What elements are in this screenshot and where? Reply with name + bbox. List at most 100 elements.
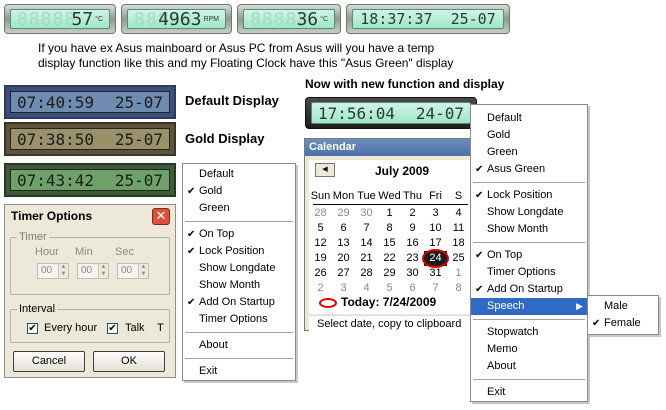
fan-rpm-value: 4963: [158, 8, 202, 30]
menu-item-label: Add On Startup: [199, 296, 275, 308]
left-menu-item-show-longdate[interactable]: Show Longdate: [183, 260, 295, 277]
right-menu-item-exit[interactable]: Exit: [471, 384, 587, 401]
calendar-day[interactable]: 8: [378, 221, 401, 236]
right-menu-item-gold[interactable]: Gold: [471, 127, 587, 144]
right-menu-item-asus-green[interactable]: ✔ Asus Green: [471, 161, 587, 178]
cancel-button[interactable]: Cancel: [13, 351, 85, 372]
calendar-day[interactable]: 3: [332, 281, 355, 296]
calendar-day[interactable]: 7: [424, 281, 447, 296]
menu-item-label: Default: [487, 112, 522, 124]
clock-time: 07:40:59: [17, 92, 95, 112]
calendar-day[interactable]: 13: [332, 236, 355, 251]
sec-stepper[interactable]: 00 ▲ ▼: [117, 263, 149, 279]
menu-item-label: Lock Position: [487, 189, 553, 201]
calendar-day[interactable]: 4: [355, 281, 378, 296]
menu-item-label: Green: [199, 202, 230, 214]
calendar-day[interactable]: 5: [378, 281, 401, 296]
left-menu-item-on-top[interactable]: ✔ On Top: [183, 226, 295, 243]
calendar-day[interactable]: 23: [401, 251, 424, 266]
calendar-day[interactable]: 4: [447, 206, 470, 221]
left-menu-item-about[interactable]: About: [183, 337, 295, 354]
left-menu-item-timer-options[interactable]: Timer Options: [183, 311, 295, 328]
calendar-day[interactable]: 19: [309, 251, 332, 266]
hour-stepper[interactable]: 00 ▲ ▼: [37, 263, 69, 279]
right-menu-item-lock-position[interactable]: ✔ Lock Position: [471, 187, 587, 204]
left-menu-item-gold[interactable]: ✔ Gold: [183, 183, 295, 200]
every-hour-checkbox[interactable]: ✔: [27, 323, 38, 334]
right-menu-item-speech[interactable]: Speech ▶: [471, 298, 587, 315]
calendar-day[interactable]: 6: [401, 281, 424, 296]
right-menu-item-stopwatch[interactable]: Stopwatch: [471, 324, 587, 341]
green-display-screen: 07:43:42 25-07: [10, 169, 170, 191]
right-menu-item-add-on-startup[interactable]: ✔ Add On Startup: [471, 281, 587, 298]
right-menu-item-about[interactable]: About: [471, 358, 587, 375]
calendar-day[interactable]: 2: [309, 281, 332, 296]
close-icon[interactable]: ✕: [152, 208, 170, 225]
speech-menu-item-male[interactable]: Male: [588, 298, 658, 315]
calendar-day[interactable]: 8: [447, 281, 470, 296]
spin-arrows-icon[interactable]: ▲ ▼: [58, 264, 68, 278]
calendar-day[interactable]: 2: [401, 206, 424, 221]
prev-month-icon[interactable]: ◀: [315, 163, 335, 177]
left-menu-item-lock-position[interactable]: ✔ Lock Position: [183, 243, 295, 260]
talk-label: Talk: [125, 322, 145, 334]
left-menu-item-green[interactable]: Green: [183, 200, 295, 217]
calendar-day[interactable]: 25: [447, 251, 470, 266]
calendar-day[interactable]: 18: [447, 236, 470, 251]
calendar-day[interactable]: 7: [355, 221, 378, 236]
calendar-day[interactable]: 26: [309, 266, 332, 281]
default-display-clock[interactable]: 07:40:59 25-07: [4, 85, 176, 119]
asus-green-clock[interactable]: 17:56:04 24-07: [305, 97, 477, 129]
calendar-day[interactable]: 10: [424, 221, 447, 236]
menu-item-label: Timer Options: [199, 313, 268, 325]
calendar-day[interactable]: 12: [309, 236, 332, 251]
calendar-day[interactable]: 3: [424, 206, 447, 221]
calendar-day[interactable]: 1: [378, 206, 401, 221]
left-menu-item-default[interactable]: Default: [183, 166, 295, 183]
clock-time: 07:43:42: [17, 170, 95, 190]
cpu-temp-unit: °C: [95, 15, 103, 23]
right-menu-item-green[interactable]: Green: [471, 144, 587, 161]
calendar-day[interactable]: 6: [332, 221, 355, 236]
right-menu-item-default[interactable]: Default: [471, 110, 587, 127]
clock-gauge-value: 18:37:37 25-07: [360, 10, 496, 28]
right-menu-item-show-month[interactable]: Show Month: [471, 221, 587, 238]
ok-button[interactable]: OK: [93, 351, 165, 372]
calendar-day[interactable]: 29: [378, 266, 401, 281]
calendar-day[interactable]: 27: [332, 266, 355, 281]
calendar-day[interactable]: 28: [355, 266, 378, 281]
calendar-day[interactable]: 20: [332, 251, 355, 266]
gold-display-clock[interactable]: 07:38:50 25-07: [4, 122, 176, 156]
right-menu-item-timer-options[interactable]: Timer Options: [471, 264, 587, 281]
calendar-day[interactable]: 30: [355, 206, 378, 221]
calendar-day[interactable]: 1: [447, 266, 470, 281]
clock-gauge: 18:37:37 25-07: [346, 4, 510, 34]
min-stepper[interactable]: 00 ▲ ▼: [77, 263, 109, 279]
calendar-day[interactable]: 31: [424, 266, 447, 281]
left-menu-item-add-on-startup[interactable]: ✔ Add On Startup: [183, 294, 295, 311]
interval-group: Interval ✔ Every hour ✔ Talk T: [10, 303, 170, 343]
speech-menu-item-female[interactable]: ✔ Female: [588, 315, 658, 332]
calendar-day[interactable]: 22: [378, 251, 401, 266]
calendar-day[interactable]: 29: [332, 206, 355, 221]
calendar-day[interactable]: 11: [447, 221, 470, 236]
left-menu-item-exit[interactable]: Exit: [183, 363, 295, 380]
right-menu-item-on-top[interactable]: ✔ On Top: [471, 247, 587, 264]
calendar-day[interactable]: 15: [378, 236, 401, 251]
spin-arrows-icon[interactable]: ▲ ▼: [138, 264, 148, 278]
green-display-clock[interactable]: 07:43:42 25-07: [4, 163, 176, 197]
calendar-day[interactable]: 9: [401, 221, 424, 236]
calendar-day[interactable]: 16: [401, 236, 424, 251]
calendar-day[interactable]: 5: [309, 221, 332, 236]
today-label[interactable]: Today: 7/24/2009: [341, 295, 436, 309]
left-menu-item-show-month[interactable]: Show Month: [183, 277, 295, 294]
weekday-divider: [313, 204, 468, 205]
talk-checkbox[interactable]: ✔: [107, 323, 118, 334]
calendar-day[interactable]: 21: [355, 251, 378, 266]
spin-arrows-icon[interactable]: ▲ ▼: [98, 264, 108, 278]
calendar-day[interactable]: 28: [309, 206, 332, 221]
calendar-day[interactable]: 14: [355, 236, 378, 251]
right-menu-item-memo[interactable]: Memo: [471, 341, 587, 358]
calendar-day[interactable]: 30: [401, 266, 424, 281]
right-menu-item-show-longdate[interactable]: Show Longdate: [471, 204, 587, 221]
